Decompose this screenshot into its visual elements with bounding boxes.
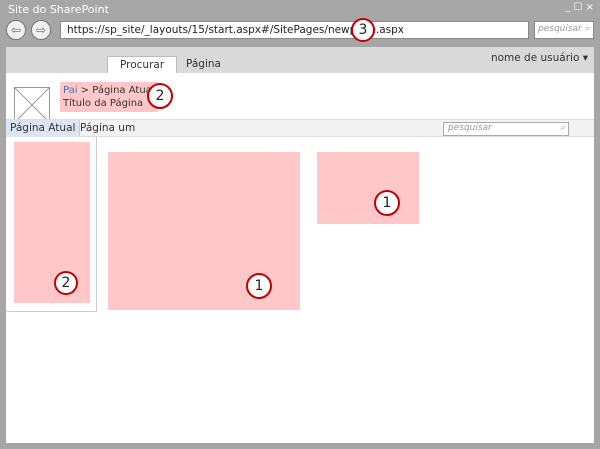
- breadcrumb-current: Página Atual: [92, 85, 155, 96]
- window-title: Site do SharePoint: [8, 3, 109, 16]
- browser-search-input[interactable]: pesquisar ⌕: [534, 21, 594, 39]
- ribbon: Procurar Página nome de usuário ▾: [6, 47, 594, 73]
- back-button[interactable]: ⇦: [6, 20, 26, 40]
- tab-pagina[interactable]: Página: [174, 56, 233, 73]
- page-title: Título da Página: [63, 98, 144, 109]
- callout-1-main: 1: [246, 273, 272, 299]
- quick-nav: Página Atual Página um pesquisar ⌕: [6, 119, 594, 137]
- image-placeholder-icon: [14, 87, 50, 123]
- nav-current-page[interactable]: Página Atual: [6, 120, 81, 137]
- callout-2-header: 2: [147, 83, 173, 109]
- sharepoint-page: Procurar Página nome de usuário ▾ Pai > …: [6, 47, 594, 443]
- breadcrumb-parent-link[interactable]: Pai: [63, 85, 78, 96]
- site-search-input[interactable]: pesquisar ⌕: [443, 122, 569, 136]
- search-icon: ⌕: [584, 24, 590, 34]
- breadcrumb: Pai > Página Atual Título da Página: [60, 82, 158, 112]
- tab-procurar[interactable]: Procurar: [107, 56, 178, 73]
- user-menu[interactable]: nome de usuário ▾: [491, 52, 588, 64]
- search-placeholder: pesquisar: [538, 24, 582, 34]
- breadcrumb-separator: >: [77, 85, 93, 96]
- callout-3: 3: [351, 18, 375, 42]
- search-icon: ⌕: [559, 123, 565, 133]
- address-bar[interactable]: https://sp_site/_layouts/15/start.aspx#/…: [60, 21, 529, 39]
- left-zone: [14, 142, 90, 303]
- callout-2-sidebar: 2: [54, 271, 78, 295]
- window-controls[interactable]: _ ☐ ×: [565, 2, 594, 13]
- callout-1-side: 1: [374, 190, 400, 216]
- search-placeholder: pesquisar: [448, 123, 492, 133]
- side-content-zone: [317, 152, 419, 224]
- nav-page-one[interactable]: Página um: [76, 120, 139, 137]
- forward-button[interactable]: ⇨: [31, 20, 51, 40]
- site-logo-placeholder: [14, 87, 50, 123]
